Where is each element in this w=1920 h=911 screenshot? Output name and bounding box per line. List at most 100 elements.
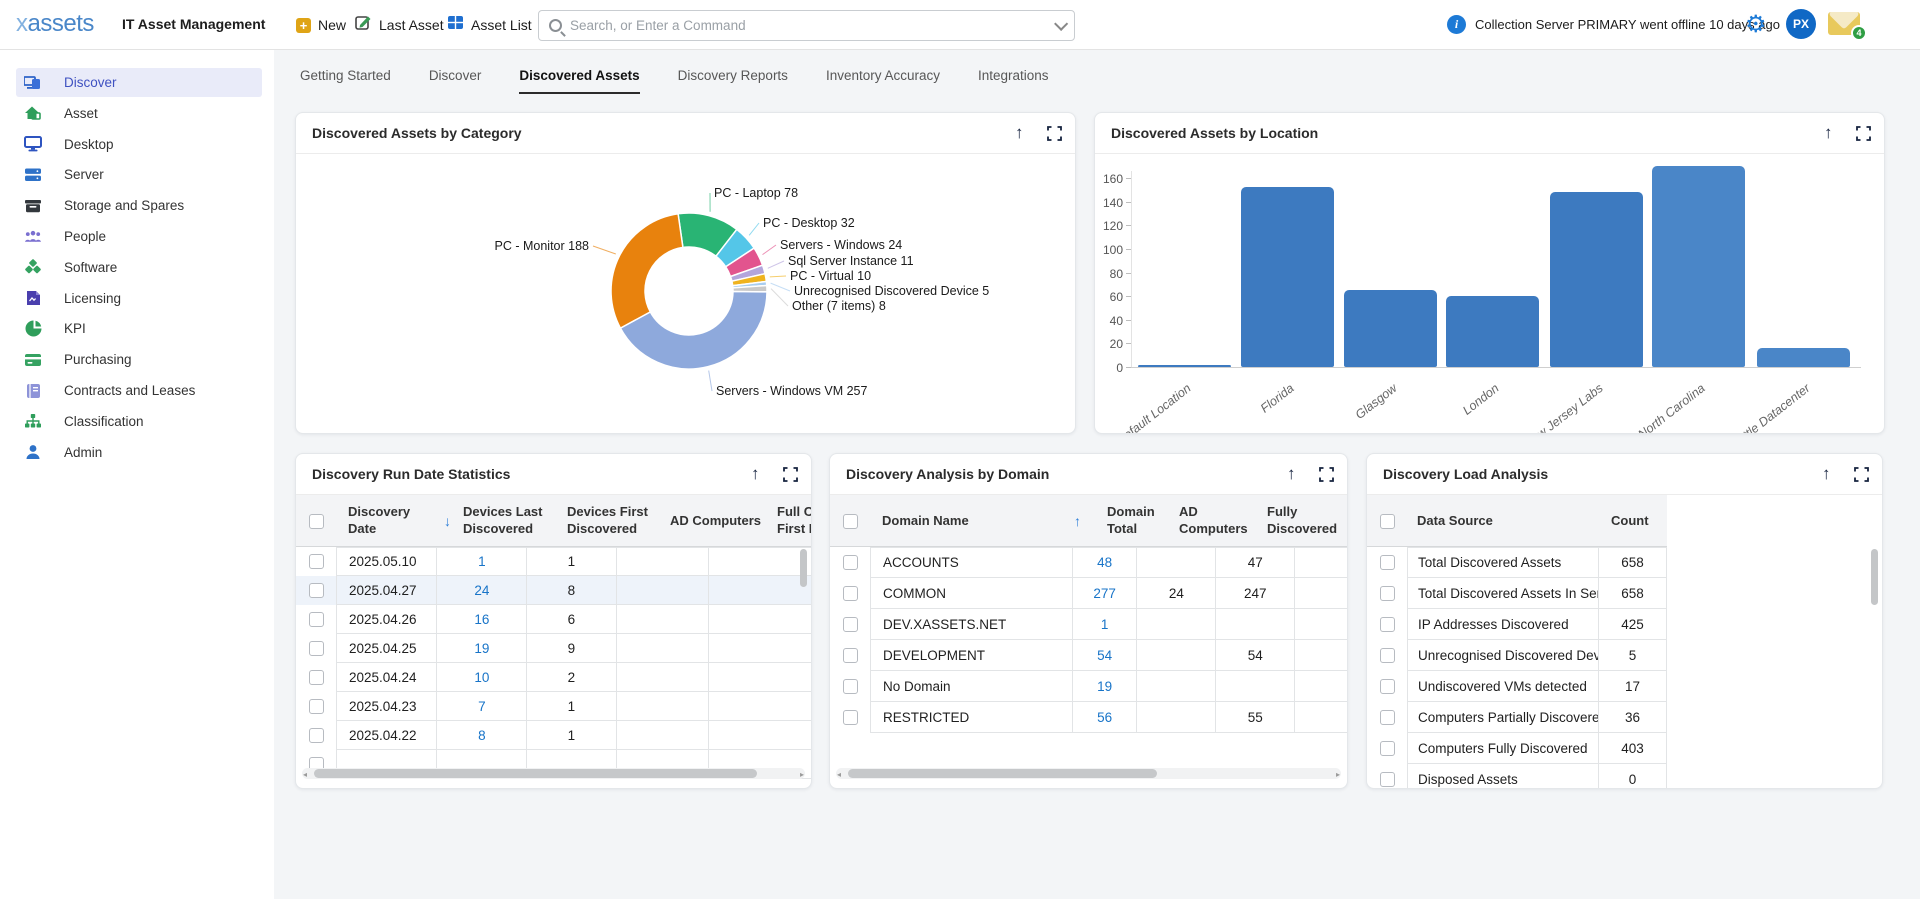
column-header[interactable]: DisFail	[1343, 495, 1348, 547]
table-row[interactable]: 2025.05.1011	[296, 547, 812, 576]
sidebar-item-discover[interactable]: Discover	[16, 68, 262, 97]
scroll-top-icon[interactable]: ↑	[1287, 464, 1296, 484]
cell-link[interactable]: 56	[1097, 710, 1112, 725]
scroll-right-arrow[interactable]: ▸	[1336, 770, 1340, 779]
table-row[interactable]: 2025.04.24102	[296, 663, 812, 692]
table-row[interactable]: Unrecognised Discovered Devices5	[1367, 640, 1883, 671]
table-row[interactable]: Computers Partially Discovered36	[1367, 702, 1883, 733]
column-header[interactable]: Count	[1599, 495, 1667, 547]
row-checkbox[interactable]	[309, 612, 324, 627]
notification-banner[interactable]: i Collection Server PRIMARY went offline…	[1447, 15, 1780, 34]
cell-link[interactable]: 24	[474, 583, 489, 598]
row-checkbox[interactable]	[1380, 555, 1395, 570]
sidebar-item-contracts-and-leases[interactable]: Contracts and Leases	[16, 376, 262, 405]
cell-link[interactable]: 1	[478, 554, 486, 569]
table-row[interactable]: Disposed Assets0	[1367, 764, 1883, 789]
cell-link[interactable]: 48	[1097, 555, 1112, 570]
tab-getting-started[interactable]: Getting Started	[300, 58, 391, 94]
row-checkbox[interactable]	[843, 710, 858, 725]
select-all-checkbox[interactable]	[1380, 514, 1395, 529]
select-all-checkbox[interactable]	[843, 514, 858, 529]
sidebar-item-licensing[interactable]: Licensing	[16, 284, 262, 313]
scrollbar-thumb[interactable]	[314, 769, 757, 778]
bar-florida[interactable]	[1241, 187, 1334, 367]
scrollbar-thumb[interactable]	[848, 769, 1157, 778]
vertical-scrollbar[interactable]	[1870, 547, 1879, 785]
tab-discovered-assets[interactable]: Discovered Assets	[519, 58, 639, 94]
table-row[interactable]: ACCOUNTS4847	[830, 547, 1348, 578]
expand-icon[interactable]	[783, 467, 798, 482]
sidebar-item-people[interactable]: People	[16, 222, 262, 251]
column-header[interactable]: ADComputers	[1167, 495, 1255, 547]
row-checkbox[interactable]	[309, 641, 324, 656]
table-row[interactable]: DEVELOPMENT5454	[830, 640, 1348, 671]
sidebar-item-admin[interactable]: Admin	[16, 438, 262, 467]
row-checkbox[interactable]	[843, 586, 858, 601]
horizontal-scrollbar[interactable]: ◂▸	[836, 768, 1341, 779]
row-checkbox[interactable]	[1380, 710, 1395, 725]
table-row[interactable]: Undiscovered VMs detected17	[1367, 671, 1883, 702]
table-row[interactable]: Total Discovered Assets In Service658	[1367, 578, 1883, 609]
bar-seattle-datacenter[interactable]	[1757, 348, 1850, 367]
sidebar-item-classification[interactable]: Classification	[16, 407, 262, 436]
table-row[interactable]: 2025.04.27248	[296, 576, 812, 605]
tab-discover[interactable]: Discover	[429, 58, 482, 94]
tab-inventory-accuracy[interactable]: Inventory Accuracy	[826, 58, 940, 94]
row-checkbox[interactable]	[1380, 648, 1395, 663]
sidebar-item-asset[interactable]: Asset	[16, 99, 262, 128]
bar-london[interactable]	[1446, 296, 1539, 367]
cell-link[interactable]: 10	[474, 670, 489, 685]
sidebar-item-software[interactable]: Software	[16, 253, 262, 282]
row-checkbox[interactable]	[1380, 586, 1395, 601]
cell-link[interactable]: 19	[474, 641, 489, 656]
scroll-top-icon[interactable]: ↑	[1822, 464, 1831, 484]
chevron-down-icon[interactable]	[1054, 16, 1068, 30]
table-row[interactable]: Computers Fully Discovered403	[1367, 733, 1883, 764]
avatar[interactable]: PX	[1786, 9, 1816, 39]
cell-link[interactable]: 19	[1097, 679, 1112, 694]
table-row[interactable]: No Domain19	[830, 671, 1348, 702]
column-header[interactable]: Full CompFirst Disc	[765, 495, 812, 547]
row-checkbox[interactable]	[843, 648, 858, 663]
table-row[interactable]: RESTRICTED5655	[830, 702, 1348, 733]
column-header[interactable]: Domain Name↑	[870, 495, 1095, 547]
row-checkbox[interactable]	[843, 617, 858, 632]
sidebar-item-kpi[interactable]: KPI	[16, 314, 262, 343]
table-row[interactable]: 2025.04.2371	[296, 692, 812, 721]
xassets-logo[interactable]: xassets	[16, 10, 94, 38]
table-row[interactable]: 2025.04.26166	[296, 605, 812, 634]
row-checkbox[interactable]	[843, 555, 858, 570]
mail-icon[interactable]: 4	[1828, 12, 1860, 35]
row-checkbox[interactable]	[843, 679, 858, 694]
column-header[interactable]: FullyDiscovered	[1255, 495, 1343, 547]
table-row[interactable]: COMMON27724247	[830, 578, 1348, 609]
tab-discovery-reports[interactable]: Discovery Reports	[678, 58, 788, 94]
vertical-scrollbar[interactable]	[799, 547, 808, 765]
sidebar-item-storage-and-spares[interactable]: Storage and Spares	[16, 191, 262, 220]
select-all-checkbox[interactable]	[309, 514, 324, 529]
cell-link[interactable]: 277	[1093, 586, 1116, 601]
cell-link[interactable]: 54	[1097, 648, 1112, 663]
donut-slice[interactable]	[611, 214, 683, 328]
row-checkbox[interactable]	[1380, 617, 1395, 632]
bar-glasgow[interactable]	[1344, 290, 1437, 367]
table-row[interactable]: Total Discovered Assets658	[1367, 547, 1883, 578]
row-checkbox[interactable]	[1380, 679, 1395, 694]
last-asset-button[interactable]: Last Asset	[355, 12, 444, 38]
sidebar-item-server[interactable]: Server	[16, 160, 262, 189]
scroll-left-arrow[interactable]: ◂	[303, 770, 307, 779]
cell-link[interactable]: 1	[1101, 617, 1109, 632]
table-row[interactable]: 2025.04.25199	[296, 634, 812, 663]
scroll-top-icon[interactable]: ↑	[1824, 123, 1833, 143]
cell-link[interactable]: 16	[474, 612, 489, 627]
cell-link[interactable]: 7	[478, 699, 486, 714]
bar-new-jersey-labs[interactable]	[1550, 192, 1643, 367]
column-header[interactable]: AD Computers	[658, 495, 765, 547]
row-checkbox[interactable]	[309, 728, 324, 743]
scroll-top-icon[interactable]: ↑	[751, 464, 760, 484]
sidebar-item-desktop[interactable]: Desktop	[16, 130, 262, 159]
cell-link[interactable]: 8	[478, 728, 486, 743]
column-header[interactable]: Devices LastDiscovered	[451, 495, 555, 547]
column-header[interactable]: DomainTotal	[1095, 495, 1167, 547]
asset-list-button[interactable]: Asset List	[447, 12, 532, 38]
